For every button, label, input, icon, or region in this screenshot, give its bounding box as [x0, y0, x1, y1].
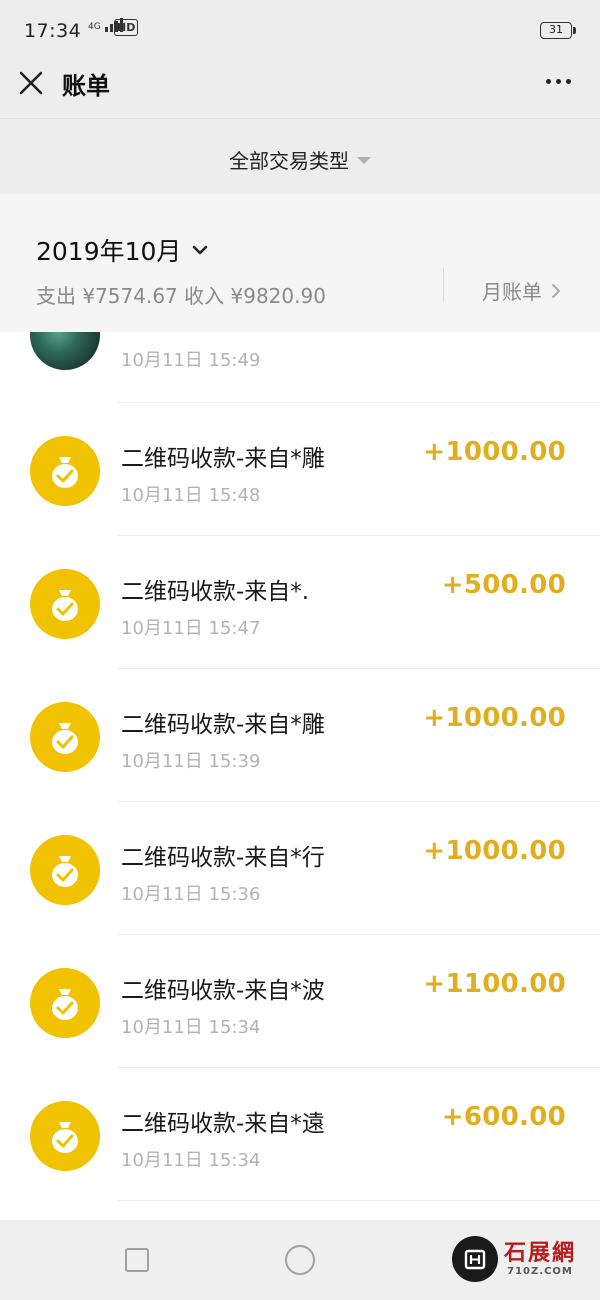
monthly-bill-link[interactable]: 月账单 — [482, 276, 564, 305]
divider — [443, 268, 444, 302]
monthly-bill-label: 月账单 — [482, 280, 542, 304]
transaction-amount: +500.00 — [441, 570, 566, 600]
transaction-amount: +1000.00 — [423, 703, 566, 733]
money-bag-icon — [30, 968, 100, 1038]
network-type: 4G — [88, 22, 101, 32]
status-time: 17:34 — [24, 20, 82, 42]
transaction-time: 10月11日 15:36 — [121, 884, 261, 905]
watermark-site: 710Z.COM — [507, 1266, 573, 1277]
chevron-right-icon — [552, 283, 560, 298]
filter-label: 全部交易类型 — [229, 149, 349, 173]
avatar — [30, 332, 100, 370]
transaction-list: 10月11日 15:49 二维码收款-来自*雕 10月11日 15:48 +10… — [0, 332, 600, 1220]
close-icon[interactable] — [16, 68, 46, 98]
transaction-type-filter[interactable]: 全部交易类型 — [0, 145, 600, 174]
month-selector[interactable]: 2019年10月 — [36, 232, 211, 268]
filter-bar: 全部交易类型 — [0, 118, 600, 194]
recent-apps-button[interactable] — [125, 1248, 149, 1272]
money-bag-icon — [30, 702, 100, 772]
divider — [117, 1200, 600, 1201]
transaction-time: 10月11日 15:34 — [121, 1150, 261, 1171]
transaction-time: 10月11日 15:48 — [121, 485, 261, 506]
more-icon[interactable] — [540, 74, 576, 88]
transaction-amount: +1000.00 — [423, 836, 566, 866]
nav-bar: 账单 — [0, 62, 600, 118]
transaction-amount: +1000.00 — [423, 437, 566, 467]
transaction-title: 二维码收款-来自*波 — [121, 978, 325, 1004]
transaction-time: 10月11日 15:47 — [121, 618, 261, 639]
caret-down-icon — [357, 157, 371, 164]
page-title: 账单 — [62, 72, 110, 100]
watermark-name: 石展網 — [504, 1240, 577, 1266]
home-button[interactable] — [285, 1245, 315, 1275]
money-bag-icon — [30, 835, 100, 905]
transaction-row[interactable]: 二维码收款-来自*雕 10月11日 15:48 +1000.00 — [0, 403, 600, 536]
month-summary: 支出 ¥7574.67 收入 ¥9820.90 — [36, 284, 326, 308]
transaction-row[interactable]: 二维码收款-来自*行 10月11日 15:36 +1000.00 — [0, 802, 600, 935]
transaction-time: 10月11日 15:34 — [121, 1017, 261, 1038]
transaction-row[interactable]: 二维码收款-来自*遠 10月11日 15:34 +600.00 — [0, 1068, 600, 1201]
battery-icon: 31 — [540, 22, 576, 39]
transaction-time: 10月11日 15:49 — [121, 350, 261, 371]
battery-level: 31 — [549, 23, 563, 36]
month-label: 2019年10月 — [36, 237, 182, 266]
watermark: 石展網 710Z.COM — [452, 1224, 600, 1294]
status-bar: 17:34 4G HD 31 — [0, 0, 600, 62]
transaction-amount: +600.00 — [441, 1102, 566, 1132]
transaction-time: 10月11日 15:39 — [121, 751, 261, 772]
list-item[interactable]: 10月11日 15:49 — [0, 332, 600, 404]
money-bag-icon — [30, 569, 100, 639]
month-header: 2019年10月 支出 ¥7574.67 收入 ¥9820.90 月账单 — [0, 194, 600, 332]
transaction-row[interactable]: 二维码收款-来自*雕 10月11日 15:39 +1000.00 — [0, 669, 600, 802]
transaction-row[interactable]: 二维码收款-来自*波 10月11日 15:34 +1100.00 — [0, 935, 600, 1068]
money-bag-icon — [30, 436, 100, 506]
transaction-title: 二维码收款-来自*行 — [121, 845, 325, 871]
transaction-title: 二维码收款-来自*雕 — [121, 712, 325, 738]
chevron-down-icon — [193, 245, 208, 255]
transaction-amount: +1100.00 — [423, 969, 566, 999]
transaction-title: 二维码收款-来自*遠 — [121, 1111, 325, 1137]
transaction-row[interactable]: 二维码收款-来自*. 10月11日 15:47 +500.00 — [0, 536, 600, 669]
transaction-title: 二维码收款-来自*. — [121, 579, 310, 605]
seal-icon — [452, 1236, 498, 1282]
hd-icon: HD — [114, 19, 139, 36]
transaction-title: 二维码收款-来自*雕 — [121, 446, 325, 472]
money-bag-icon — [30, 1101, 100, 1171]
